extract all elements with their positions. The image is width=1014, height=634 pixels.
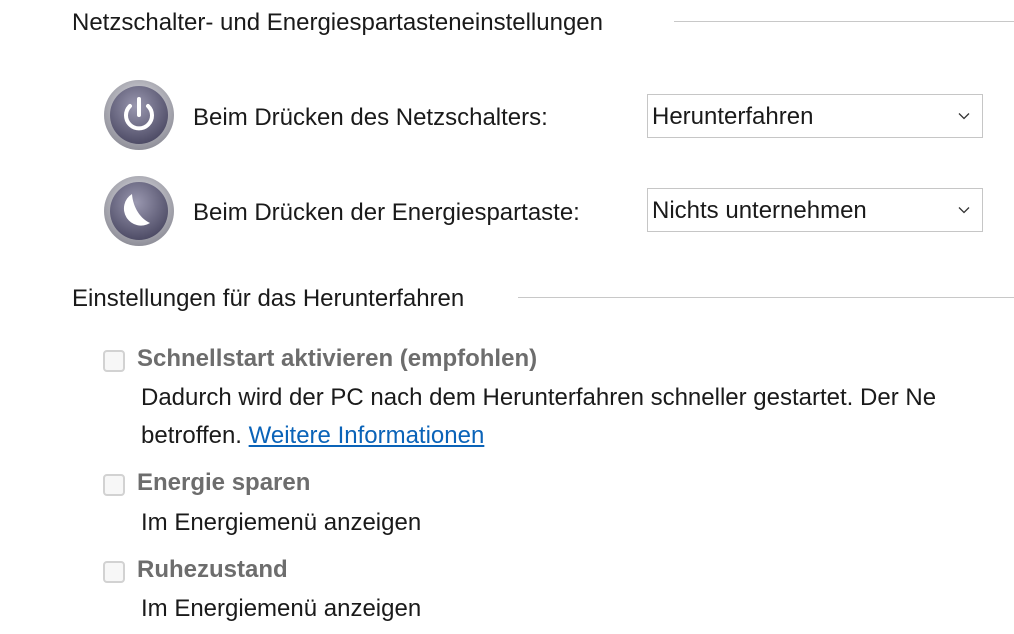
sleep-button-label: Beim Drücken der Energiespartaste: (193, 199, 580, 226)
hibernate-option-title: Ruhezustand (137, 556, 288, 583)
fast-startup-description: Dadurch wird der PC nach dem Herunterfah… (141, 384, 937, 411)
sleep-option-title: Energie sparen (137, 469, 311, 496)
fast-startup-description-line2: betroffen. Weitere Informationen (141, 422, 484, 450)
fast-startup-description-tail: betroffen. (141, 422, 242, 449)
chevron-down-icon (956, 202, 972, 218)
power-buttons-section-header: Netzschalter- und Energiespartasteneinst… (72, 9, 603, 36)
sleep-button-selected-value: Nichts unternehmen (652, 197, 867, 224)
section-divider (674, 21, 1014, 22)
power-button-action-select[interactable]: Herunterfahren (647, 94, 983, 138)
more-info-link[interactable]: Weitere Informationen (249, 422, 485, 449)
power-button-selected-value: Herunterfahren (652, 103, 814, 130)
shutdown-section-header: Einstellungen für das Herunterfahren (72, 285, 465, 312)
power-button-label: Beim Drücken des Netzschalters: (193, 104, 548, 131)
power-settings-page: Netzschalter- und Energiespartasteneinst… (0, 0, 1014, 634)
fast-startup-title: Schnellstart aktivieren (empfohlen) (137, 345, 538, 372)
section-divider (518, 297, 1014, 298)
fast-startup-checkbox[interactable] (103, 350, 125, 372)
sleep-button-action-select[interactable]: Nichts unternehmen (647, 188, 983, 232)
sleep-option-description: Im Energiemenü anzeigen (141, 509, 422, 536)
hibernate-option-description: Im Energiemenü anzeigen (141, 595, 422, 622)
chevron-down-icon (956, 108, 972, 124)
sleep-icon (103, 175, 175, 247)
sleep-option-checkbox[interactable] (103, 474, 125, 496)
hibernate-option-checkbox[interactable] (103, 561, 125, 583)
power-icon (103, 79, 175, 151)
